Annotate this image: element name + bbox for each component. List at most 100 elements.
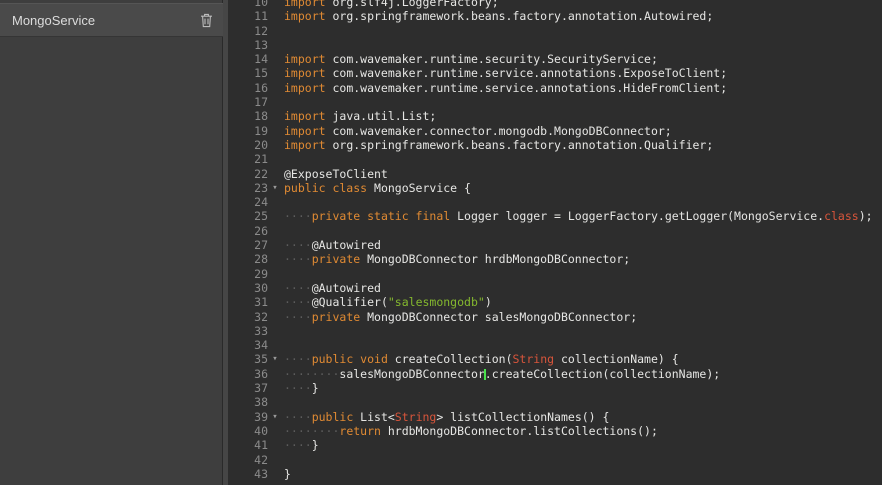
code-token: public class: [284, 181, 367, 195]
fold-spacer: [268, 381, 282, 395]
code-token: public: [312, 410, 354, 424]
code-line[interactable]: 10import org.slf4j.LoggerFactory;: [228, 0, 882, 9]
code-line[interactable]: 28····private MongoDBConnector hrdbMongo…: [228, 252, 882, 266]
line-number: 14: [228, 52, 268, 66]
fold-spacer: [268, 310, 282, 324]
code-token: ····: [284, 352, 312, 366]
code-token: MongoDBConnector salesMongoDBConnector;: [360, 310, 637, 324]
code-line[interactable]: 36········salesMongoDBConnector.createCo…: [228, 367, 882, 381]
code-token: ····: [284, 295, 312, 309]
fold-arrow-icon[interactable]: ▾: [268, 181, 282, 195]
code-line[interactable]: 23▾public class MongoService {: [228, 181, 882, 195]
fold-spacer: [268, 81, 282, 95]
code-line[interactable]: 43}: [228, 467, 882, 481]
fold-spacer: [268, 467, 282, 481]
code-line[interactable]: 39▾····public List<String> listCollectio…: [228, 410, 882, 424]
code-text: [282, 195, 284, 209]
sidebar-item-mongoservice[interactable]: MongoService: [0, 3, 223, 37]
code-token: ····: [284, 310, 312, 324]
fold-spacer: [268, 95, 282, 109]
line-number: 17: [228, 95, 268, 109]
code-token: com.wavemaker.connector.mongodb.MongoDBC…: [326, 124, 672, 138]
line-number: 40: [228, 424, 268, 438]
code-line[interactable]: 37····}: [228, 381, 882, 395]
line-number: 29: [228, 267, 268, 281]
line-number: 34: [228, 338, 268, 352]
code-line[interactable]: 11import org.springframework.beans.facto…: [228, 9, 882, 23]
code-text: [282, 38, 284, 52]
code-token: import: [284, 52, 326, 66]
fold-spacer: [268, 0, 282, 9]
code-text: [282, 95, 284, 109]
line-number: 19: [228, 124, 268, 138]
fold-arrow-icon[interactable]: ▾: [268, 410, 282, 424]
trash-icon[interactable]: [200, 13, 213, 28]
code-token: private static final: [312, 209, 450, 223]
code-token: > listCollectionNames() {: [436, 410, 609, 424]
code-token: ····: [284, 438, 312, 452]
code-text: ····private static final Logger logger =…: [282, 209, 873, 223]
code-text: [282, 395, 284, 409]
code-line[interactable]: 16import com.wavemaker.runtime.service.a…: [228, 81, 882, 95]
code-line[interactable]: 42: [228, 453, 882, 467]
code-token: ····: [284, 252, 312, 266]
code-token: import: [284, 66, 326, 80]
code-token: @Qualifier(: [312, 295, 388, 309]
code-text: ····@Qualifier("salesmongodb"): [282, 295, 492, 309]
code-line[interactable]: 38: [228, 395, 882, 409]
code-token: import: [284, 9, 326, 23]
code-token: }: [284, 467, 291, 481]
code-line[interactable]: 40········return hrdbMongoDBConnector.li…: [228, 424, 882, 438]
fold-arrow-icon[interactable]: ▾: [268, 352, 282, 366]
code-line[interactable]: 12: [228, 24, 882, 38]
code-line[interactable]: 24: [228, 195, 882, 209]
code-line[interactable]: 41····}: [228, 438, 882, 452]
code-line[interactable]: 19import com.wavemaker.connector.mongodb…: [228, 124, 882, 138]
code-line[interactable]: 22@ExposeToClient: [228, 167, 882, 181]
code-token: ········: [284, 424, 339, 438]
code-line[interactable]: 15import com.wavemaker.runtime.service.a…: [228, 66, 882, 80]
code-token: class: [824, 209, 859, 223]
code-line[interactable]: 30····@Autowired: [228, 281, 882, 295]
code-token: @ExposeToClient: [284, 167, 388, 181]
code-line[interactable]: 17: [228, 95, 882, 109]
code-line[interactable]: 20import org.springframework.beans.facto…: [228, 138, 882, 152]
code-line[interactable]: 14import com.wavemaker.runtime.security.…: [228, 52, 882, 66]
code-token: List<: [353, 410, 395, 424]
code-line[interactable]: 25····private static final Logger logger…: [228, 209, 882, 223]
fold-spacer: [268, 124, 282, 138]
code-text: ····@Autowired: [282, 281, 381, 295]
code-editor[interactable]: 10import org.slf4j.LoggerFactory;11impor…: [228, 0, 882, 485]
line-number: 26: [228, 224, 268, 238]
code-token: ····: [284, 381, 312, 395]
code-token: ····: [284, 281, 312, 295]
code-token: org.springframework.beans.factory.annota…: [326, 9, 714, 23]
code-line[interactable]: 32····private MongoDBConnector salesMong…: [228, 310, 882, 324]
code-line[interactable]: 33: [228, 324, 882, 338]
line-number: 23: [228, 181, 268, 195]
code-token: org.springframework.beans.factory.annota…: [326, 138, 714, 152]
code-line[interactable]: 35▾····public void createCollection(Stri…: [228, 352, 882, 366]
fold-spacer: [268, 195, 282, 209]
code-line[interactable]: 34: [228, 338, 882, 352]
code-line[interactable]: 31····@Qualifier("salesmongodb"): [228, 295, 882, 309]
line-number: 16: [228, 81, 268, 95]
code-text: ········salesMongoDBConnector.createColl…: [282, 367, 720, 381]
fold-spacer: [268, 267, 282, 281]
code-token: .createCollection(collectionName);: [485, 367, 720, 381]
fold-spacer: [268, 295, 282, 309]
code-line[interactable]: 26: [228, 224, 882, 238]
code-token: String: [395, 410, 437, 424]
code-line[interactable]: 29: [228, 267, 882, 281]
code-line[interactable]: 18import java.util.List;: [228, 109, 882, 123]
fold-spacer: [268, 324, 282, 338]
code-token: String: [513, 352, 555, 366]
line-number: 32: [228, 310, 268, 324]
code-text: import org.springframework.beans.factory…: [282, 138, 713, 152]
code-text: ····}: [282, 438, 319, 452]
code-line[interactable]: 13: [228, 38, 882, 52]
code-line[interactable]: 21: [228, 152, 882, 166]
code-token: ····: [284, 209, 312, 223]
code-line[interactable]: 27····@Autowired: [228, 238, 882, 252]
code-token: import: [284, 109, 326, 123]
